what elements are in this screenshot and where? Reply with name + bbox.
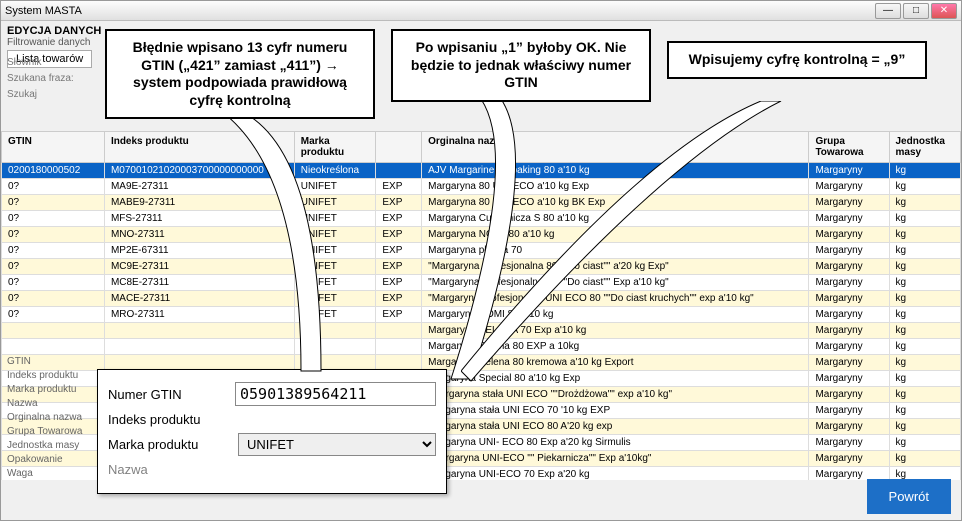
col-grupa[interactable]: Grupa Towarowa bbox=[809, 132, 889, 163]
table-row[interactable]: 0?MC8E-27311UNIFETEXP"Margaryna Profesjo… bbox=[2, 275, 961, 291]
table-row[interactable]: Margaryna Selena 80 EXP a 10kgMargarynyk… bbox=[2, 339, 961, 355]
table-row[interactable]: 0?MABE9-27311UNIFETEXPMargaryna 80 UNI E… bbox=[2, 195, 961, 211]
close-button[interactable]: ✕ bbox=[931, 3, 957, 19]
popup-nazwa-label: Nazwa bbox=[108, 462, 228, 477]
detail-labels: GTINIndeks produktuMarka produktuNazwaOr… bbox=[7, 355, 82, 481]
app-window: System MASTA — □ ✕ EDYCJA DANYCH Filtrow… bbox=[0, 0, 962, 521]
popup-gtin-label: Numer GTIN bbox=[108, 387, 225, 402]
detail-label: Grupa Towarowa bbox=[7, 425, 82, 439]
window-title: System MASTA bbox=[5, 5, 82, 17]
col-idx[interactable]: Indeks produktu bbox=[104, 132, 294, 163]
popup-gtin-input[interactable] bbox=[235, 382, 436, 406]
detail-label: GTIN bbox=[7, 355, 82, 369]
col-exp[interactable] bbox=[376, 132, 422, 163]
edit-popup: Numer GTIN Indeks produktu Marka produkt… bbox=[97, 369, 447, 494]
detail-label: Indeks produktu bbox=[7, 369, 82, 383]
detail-label: Waga bbox=[7, 467, 82, 481]
grid-header-row: GTIN Indeks produktu Marka produktu Orgi… bbox=[2, 132, 961, 163]
table-row[interactable]: 0?MA9E-27311UNIFETEXPMargaryna 80 UNI EC… bbox=[2, 179, 961, 195]
window-controls: — □ ✕ bbox=[875, 3, 957, 19]
callout-1: Błędnie wpisano 13 cyfr numeru GTIN („42… bbox=[105, 29, 375, 119]
col-jm[interactable]: Jednostka masy bbox=[889, 132, 961, 163]
table-row[interactable]: 0?MRO-27311UNIFETEXPMargaryna ROMI 82 a'… bbox=[2, 307, 961, 323]
callout-3: Wpisujemy cyfrę kontrolną = „9” bbox=[667, 41, 927, 79]
table-row[interactable]: 0?MFS-27311UNIFETEXPMargaryna Cukiernicz… bbox=[2, 211, 961, 227]
col-name[interactable]: Orginalna nazwa bbox=[422, 132, 809, 163]
side-slownik: Słownik bbox=[7, 55, 74, 71]
minimize-button[interactable]: — bbox=[875, 3, 901, 19]
table-row[interactable]: 0?MNO-27311UNIFETEXPMargaryna NOVA 80 a'… bbox=[2, 227, 961, 243]
back-button[interactable]: Powrót bbox=[867, 479, 951, 514]
detail-label: Nazwa bbox=[7, 397, 82, 411]
detail-label: Jednostka masy bbox=[7, 439, 82, 453]
table-row[interactable]: 0200180000502M07001021020003700000000000… bbox=[2, 163, 961, 179]
table-row[interactable]: 0?MC9E-27311UNIFETEXP"Margaryna Profesjo… bbox=[2, 259, 961, 275]
popup-marka-label: Marka produktu bbox=[108, 437, 228, 452]
detail-label: Opakowanie bbox=[7, 453, 82, 467]
detail-label: Marka produktu bbox=[7, 383, 82, 397]
callout-2: Po wpisaniu „1” byłoby OK. Nie będzie to… bbox=[391, 29, 651, 102]
side-fraza: Szukana fraza: bbox=[7, 71, 74, 87]
table-row[interactable]: 0?MP2E-67311UNIFETEXPMargaryna płynna 70… bbox=[2, 243, 961, 259]
popup-idx-label: Indeks produktu bbox=[108, 412, 228, 427]
side-labels: Słownik Szukana fraza: Szukaj bbox=[7, 55, 74, 103]
table-row[interactable]: 0?MACE-27311UNIFETEXP"Margaryna profesjo… bbox=[2, 291, 961, 307]
side-szukaj: Szukaj bbox=[7, 87, 74, 103]
col-gtin[interactable]: GTIN bbox=[2, 132, 105, 163]
table-row[interactable]: Margaryna SELENA 70 Exp a'10 kgMargaryny… bbox=[2, 323, 961, 339]
titlebar: System MASTA — □ ✕ bbox=[1, 1, 961, 21]
detail-label: Orginalna nazwa bbox=[7, 411, 82, 425]
col-marka[interactable]: Marka produktu bbox=[294, 132, 376, 163]
popup-marka-select[interactable]: UNIFET bbox=[238, 433, 436, 456]
maximize-button[interactable]: □ bbox=[903, 3, 929, 19]
